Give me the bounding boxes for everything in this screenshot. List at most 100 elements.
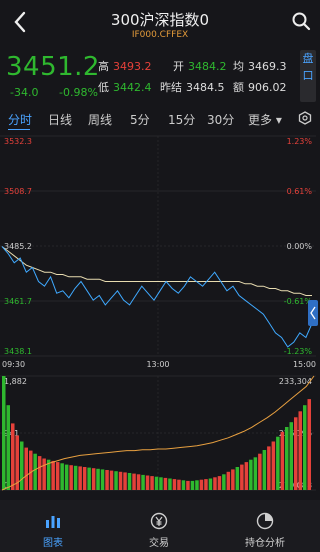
bottom-nav: 图表 交易 持仓分析: [0, 500, 320, 552]
volume-bar: [105, 470, 109, 490]
nav-chart-label: 图表: [43, 538, 63, 549]
search-icon[interactable]: [290, 10, 312, 32]
volume-bar: [213, 477, 217, 490]
volume-bar: [60, 463, 64, 490]
price-change-percent: -0.98%: [59, 86, 98, 99]
amount-quote: 额 906.02: [233, 81, 287, 94]
nav-chart[interactable]: 图表: [0, 500, 106, 552]
pie-chart-icon: [256, 512, 274, 530]
volume-bar: [82, 467, 87, 490]
prev-settle-quote: 昨结 3484.5: [160, 81, 225, 94]
volume-bar: [168, 478, 172, 490]
volume-bar: [244, 462, 249, 490]
tab-weekly[interactable]: 周线: [88, 111, 112, 128]
hexagon-settings-icon[interactable]: [298, 111, 312, 125]
average-quote: 均 3469.3: [233, 60, 287, 73]
y-label-left: 3461.7: [4, 297, 32, 306]
bar-chart-icon: [46, 516, 60, 528]
volume-bar: [289, 422, 293, 490]
x-label-open: 09:30: [2, 360, 25, 369]
volume-bar: [136, 474, 141, 490]
volume-bar: [231, 469, 235, 490]
last-price: 3451.2: [6, 52, 100, 82]
volume-bar: [78, 466, 82, 490]
volume-bar: [6, 405, 10, 490]
volume-bar: [226, 471, 231, 490]
order-book-button[interactable]: 盘口: [300, 50, 316, 102]
volume-bar: [91, 468, 96, 490]
volume-bar: [64, 464, 69, 490]
volume-bar: [150, 476, 154, 490]
volume-bar: [87, 467, 91, 490]
volume-bar: [159, 477, 163, 490]
volume-bar: [73, 465, 78, 490]
open-quote: 开 3484.2: [173, 60, 227, 73]
nav-trade[interactable]: 交易: [106, 500, 212, 552]
y-label-left: 3508.7: [4, 187, 32, 196]
volume-bar: [303, 405, 307, 490]
y-label-right: 0.61%: [287, 187, 313, 196]
tab-15min[interactable]: 15分: [168, 111, 195, 128]
volume-bar: [123, 472, 127, 490]
volume-bar: [33, 453, 37, 490]
volume-bar: [24, 447, 28, 490]
volume-bar: [163, 477, 168, 490]
tab-daily[interactable]: 日线: [48, 111, 72, 128]
tab-intraday[interactable]: 分时: [8, 111, 32, 128]
volume-bar: [235, 467, 240, 490]
intraday-price-chart[interactable]: 3532.3 1.23% 3508.7 0.61% 3485.2 0.00% 3461.7 -…: [0, 130, 320, 370]
tab-more[interactable]: 更多 ▾: [248, 111, 282, 128]
volume-bar: [127, 473, 132, 490]
volume-bar: [132, 473, 136, 490]
nav-trade-label: 交易: [149, 538, 169, 549]
volume-bar: [294, 417, 298, 490]
volume-bar: [100, 469, 105, 490]
volume-bar: [307, 399, 311, 490]
volume-bar: [208, 478, 213, 490]
volume-bar: [51, 460, 55, 490]
volume-bar: [285, 427, 289, 490]
y-label-left: 3485.2: [4, 242, 32, 251]
volume-bar: [276, 436, 280, 490]
volume-bar: [249, 459, 253, 490]
volume-bar: [280, 431, 285, 490]
price-change: -34.0: [10, 86, 39, 99]
volume-bar: [253, 457, 258, 490]
nav-position-analysis-label: 持仓分析: [245, 538, 285, 549]
x-label-midday: 13:00: [146, 360, 169, 369]
volume-bar: [199, 479, 204, 490]
volume-bar: [109, 470, 114, 490]
volume-bar: [298, 411, 302, 490]
volume-bar: [204, 479, 208, 490]
tab-5min[interactable]: 5分: [130, 111, 150, 128]
y-label-left: 3532.3: [4, 137, 32, 146]
y-label-right: 1.23%: [287, 137, 313, 146]
volume-bar: [37, 456, 42, 490]
period-tabs: 分时 日线 周线 5分 15分 30分 更多 ▾: [0, 108, 320, 131]
tab-30min[interactable]: 30分: [207, 111, 234, 128]
volume-bar: [2, 376, 6, 490]
volume-bar: [262, 450, 267, 490]
volume-bar: [190, 480, 195, 490]
volume-bar: [258, 453, 262, 490]
nav-position-analysis[interactable]: 持仓分析: [212, 500, 318, 552]
volume-bar: [267, 446, 271, 490]
volume-bar: [181, 480, 186, 490]
volume-bar: [195, 480, 199, 490]
volume-bar: [172, 479, 177, 490]
y-label-right: -1.23%: [284, 347, 313, 356]
low-quote: 低 3442.4: [98, 81, 152, 94]
volume-bar: [29, 450, 33, 490]
volume-bar: [114, 471, 118, 490]
volume-bar: [222, 474, 226, 490]
instrument-title: 300沪深指数0: [110, 11, 210, 29]
volume-bar: [42, 458, 46, 490]
yen-circle-icon: [150, 512, 168, 530]
x-label-close: 15:00: [293, 360, 316, 369]
volume-bar: [55, 462, 60, 490]
collapse-tab: [308, 300, 318, 326]
volume-bar: [145, 475, 150, 490]
instrument-code: IF000.CFFEX: [131, 30, 189, 40]
volume-chart[interactable]: 1,882233,304941226,1960219,088: [0, 372, 320, 494]
volume-bar: [271, 441, 276, 490]
